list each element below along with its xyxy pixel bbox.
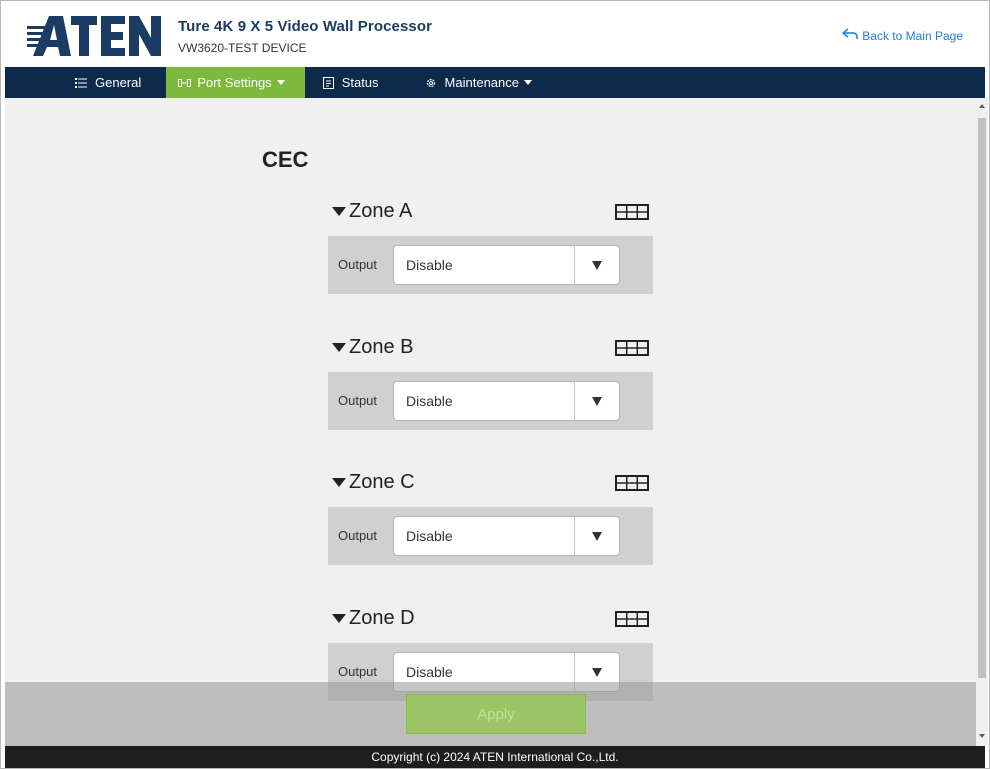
nav-general-label: General xyxy=(95,75,142,90)
zone-d-title: Zone D xyxy=(349,607,415,629)
collapse-triangle-icon xyxy=(332,478,346,487)
zone-b-panel: Zone B Output Disable xyxy=(328,334,653,430)
back-to-main-link[interactable]: Back to Main Page xyxy=(842,28,963,43)
nav-port-settings[interactable]: Port Settings xyxy=(166,67,305,98)
scroll-down-arrow-icon[interactable] xyxy=(979,734,985,738)
back-link-label: Back to Main Page xyxy=(862,28,963,43)
nav-port-settings-label: Port Settings xyxy=(197,75,272,90)
nav-general[interactable]: General xyxy=(75,67,166,98)
grid-layout-icon[interactable] xyxy=(615,340,649,356)
dropdown-arrow-icon xyxy=(592,397,602,406)
zone-c-panel: Zone C Output Disable xyxy=(328,469,653,565)
collapse-triangle-icon xyxy=(332,614,346,623)
output-label: Output xyxy=(338,257,378,272)
zone-d-toggle[interactable]: Zone D xyxy=(332,607,415,630)
grid-layout-icon[interactable] xyxy=(615,611,649,627)
chevron-down-icon xyxy=(276,80,285,85)
nav-maintenance[interactable]: Maintenance xyxy=(407,67,532,98)
vertical-scrollbar[interactable] xyxy=(976,98,988,746)
nav-status[interactable]: Status xyxy=(305,67,407,98)
header: Ture 4K 9 X 5 Video Wall Processor VW362… xyxy=(5,1,985,67)
zone-b-title: Zone B xyxy=(349,336,414,358)
zone-c-toggle[interactable]: Zone C xyxy=(332,471,415,494)
status-icon xyxy=(322,76,334,89)
grid-layout-icon[interactable] xyxy=(615,204,649,220)
zone-b-output-select[interactable]: Disable xyxy=(393,381,620,421)
output-label: Output xyxy=(338,393,378,408)
select-value: Disable xyxy=(406,257,453,273)
select-value: Disable xyxy=(406,664,453,680)
footer: Copyright (c) 2024 ATEN International Co… xyxy=(5,746,985,768)
select-divider xyxy=(574,382,575,420)
zone-b-toggle[interactable]: Zone B xyxy=(332,336,413,359)
page-title: CEC xyxy=(262,147,309,172)
nav-status-label: Status xyxy=(341,75,379,90)
device-title: Ture 4K 9 X 5 Video Wall Processor xyxy=(178,18,433,35)
apply-button[interactable]: Apply xyxy=(406,694,586,734)
main-nav: General Port Settings Status Maintenance xyxy=(5,67,985,98)
dropdown-arrow-icon xyxy=(592,261,602,270)
collapse-triangle-icon xyxy=(332,207,346,216)
select-value: Disable xyxy=(406,528,453,544)
zone-a-toggle[interactable]: Zone A xyxy=(332,200,412,223)
zone-c-title: Zone C xyxy=(349,471,415,493)
scroll-thumb[interactable] xyxy=(978,118,986,678)
output-label: Output xyxy=(338,664,378,679)
select-divider xyxy=(574,246,575,284)
output-label: Output xyxy=(338,528,378,543)
zone-d-panel: Zone D Output Disable xyxy=(328,605,653,701)
main-content: CEC Zone A Output Disable Zone B Output … xyxy=(5,98,976,746)
chevron-down-icon xyxy=(524,80,532,85)
back-arrow-icon xyxy=(842,28,859,43)
zone-a-panel: Zone A Output Disable xyxy=(328,198,653,294)
collapse-triangle-icon xyxy=(332,343,346,352)
scroll-up-arrow-icon[interactable] xyxy=(979,104,985,108)
dropdown-arrow-icon xyxy=(592,532,602,541)
dropdown-arrow-icon xyxy=(592,668,602,677)
port-icon xyxy=(178,78,192,88)
nav-maintenance-label: Maintenance xyxy=(444,75,519,90)
grid-layout-icon[interactable] xyxy=(615,475,649,491)
aten-logo xyxy=(27,14,163,58)
zone-c-output-select[interactable]: Disable xyxy=(393,516,620,556)
apply-bar: Apply xyxy=(5,682,976,746)
select-divider xyxy=(574,517,575,555)
list-icon xyxy=(75,77,87,88)
device-subtitle: VW3620-TEST DEVICE xyxy=(178,41,307,55)
select-value: Disable xyxy=(406,393,453,409)
gear-icon xyxy=(425,77,437,89)
zone-a-output-select[interactable]: Disable xyxy=(393,245,620,285)
zone-a-title: Zone A xyxy=(349,200,413,222)
